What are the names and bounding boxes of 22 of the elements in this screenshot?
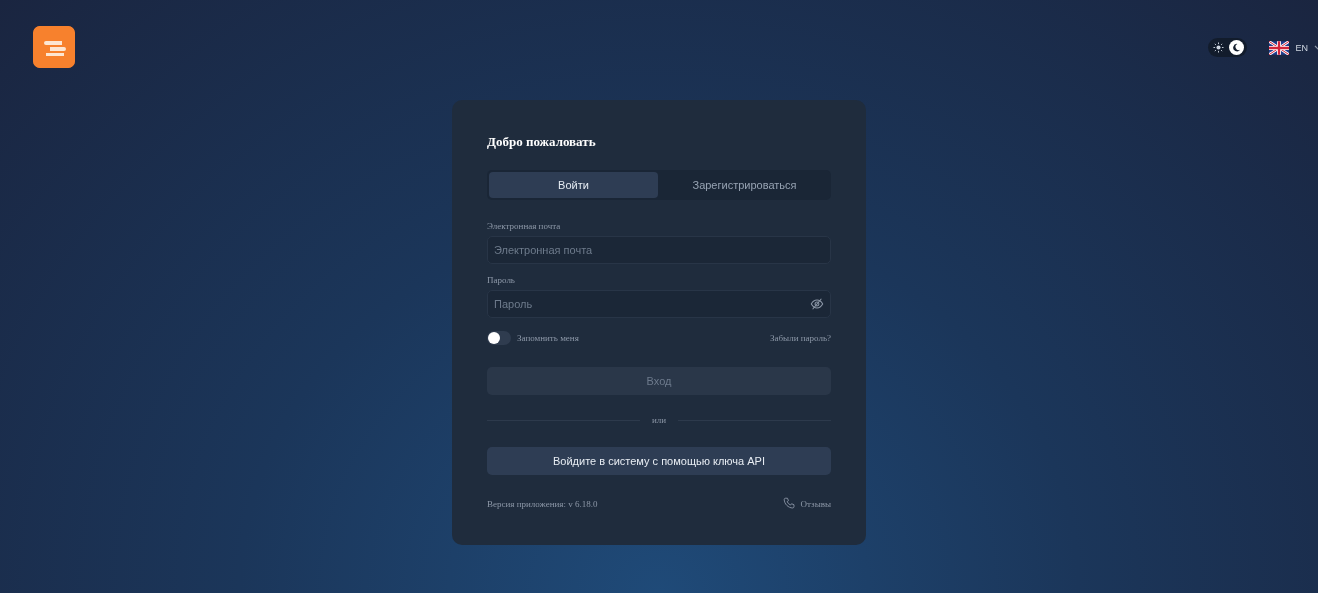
password-field[interactable]: Пароль (487, 290, 831, 318)
sun-icon (1213, 42, 1225, 53)
eye-off-icon[interactable] (810, 297, 824, 311)
tab[interactable]: Войти (489, 172, 658, 198)
field-label: Электронная почта (487, 221, 562, 231)
feedback-link[interactable]: Отзывы (800, 498, 831, 509)
logo-icon (33, 26, 75, 68)
field-label: Пароль (487, 275, 516, 285)
card-title: Добро пожаловать (487, 134, 597, 150)
api-key-button[interactable]: Войдите в систему с помощью ключа API (487, 447, 831, 475)
remember-switch[interactable] (487, 331, 511, 345)
theme-toggle[interactable] (1208, 38, 1248, 57)
email-field[interactable]: Электронная почта (487, 236, 831, 264)
forgot-password-link[interactable]: Забыли пароль? (770, 333, 831, 343)
divider-text: или (651, 415, 667, 425)
phone-icon[interactable] (782, 497, 796, 510)
uk-flag-icon[interactable] (1269, 40, 1290, 55)
language-code[interactable]: EN (1295, 42, 1308, 53)
tab[interactable]: Зарегистрироваться (660, 172, 829, 198)
version-text: Версия приложения: v 6.18.0 (487, 498, 598, 509)
remember-label: Запомнить меня (517, 333, 579, 343)
moon-icon (1229, 40, 1245, 55)
